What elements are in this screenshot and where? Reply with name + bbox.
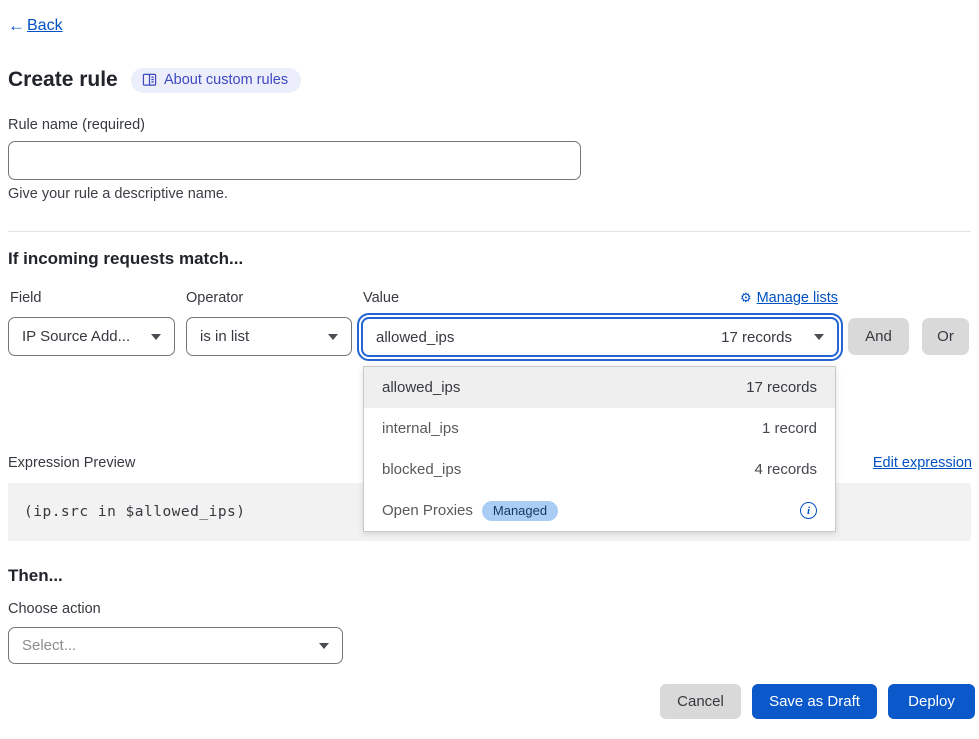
chevron-down-icon <box>319 643 329 649</box>
choose-action-select[interactable]: Select... <box>8 627 343 664</box>
list-record-count: 4 records <box>754 461 817 478</box>
value-label: Value <box>363 290 399 306</box>
managed-badge: Managed <box>482 501 558 521</box>
back-link-label: Back <box>27 17 63 35</box>
dropdown-option-allowed-ips[interactable]: allowed_ips 17 records <box>364 367 835 408</box>
rule-name-helper-text: Give your rule a descriptive name. <box>8 186 228 202</box>
operator-select-value: is in list <box>200 328 249 345</box>
list-record-count: 1 record <box>762 420 817 437</box>
or-button[interactable]: Or <box>922 318 969 355</box>
rule-name-input[interactable] <box>8 141 581 180</box>
and-button[interactable]: And <box>848 318 909 355</box>
expression-code: (ip.src in $allowed_ips) <box>24 504 246 520</box>
value-dropdown-panel: allowed_ips 17 records internal_ips 1 re… <box>363 366 836 532</box>
operator-select[interactable]: is in list <box>186 317 352 356</box>
dropdown-option-blocked-ips[interactable]: blocked_ips 4 records <box>364 449 835 490</box>
save-as-draft-button[interactable]: Save as Draft <box>752 684 877 719</box>
dropdown-option-open-proxies[interactable]: Open Proxies Managed i <box>364 490 835 531</box>
value-select[interactable]: allowed_ips 17 records <box>361 317 839 357</box>
page-title: Create rule <box>8 68 118 92</box>
value-select-selected: allowed_ips <box>376 329 721 346</box>
list-record-count: 17 records <box>746 379 817 396</box>
list-name: Open Proxies <box>382 502 473 519</box>
field-select-value: IP Source Add... <box>22 328 130 345</box>
manage-lists-link[interactable]: ⚙ Manage lists <box>740 290 838 306</box>
info-icon[interactable]: i <box>800 502 817 519</box>
choose-action-label: Choose action <box>8 601 101 617</box>
list-name: allowed_ips <box>382 379 746 396</box>
choose-action-placeholder: Select... <box>22 637 76 654</box>
back-arrow-icon: ← <box>8 16 25 36</box>
match-section-heading: If incoming requests match... <box>8 249 243 269</box>
edit-expression-link[interactable]: Edit expression <box>873 455 972 471</box>
value-select-count: 17 records <box>721 329 792 346</box>
about-badge-label: About custom rules <box>164 72 288 88</box>
operator-label: Operator <box>186 290 243 306</box>
deploy-button[interactable]: Deploy <box>888 684 975 719</box>
field-select[interactable]: IP Source Add... <box>8 317 175 356</box>
section-divider <box>8 231 971 232</box>
dropdown-option-internal-ips[interactable]: internal_ips 1 record <box>364 408 835 449</box>
list-name: blocked_ips <box>382 461 754 478</box>
manage-lists-label: Manage lists <box>757 290 838 306</box>
chevron-down-icon <box>814 334 824 340</box>
expression-preview-label: Expression Preview <box>8 455 135 471</box>
cancel-button[interactable]: Cancel <box>660 684 741 719</box>
gear-icon: ⚙ <box>740 290 752 306</box>
chevron-down-icon <box>151 334 161 340</box>
about-custom-rules-link[interactable]: About custom rules <box>131 68 301 93</box>
back-link[interactable]: ← Back <box>8 16 63 36</box>
then-section-heading: Then... <box>8 566 63 586</box>
field-label: Field <box>10 290 41 306</box>
book-icon <box>142 73 157 87</box>
list-name: internal_ips <box>382 420 762 437</box>
rule-name-label: Rule name (required) <box>8 117 145 133</box>
chevron-down-icon <box>328 334 338 340</box>
